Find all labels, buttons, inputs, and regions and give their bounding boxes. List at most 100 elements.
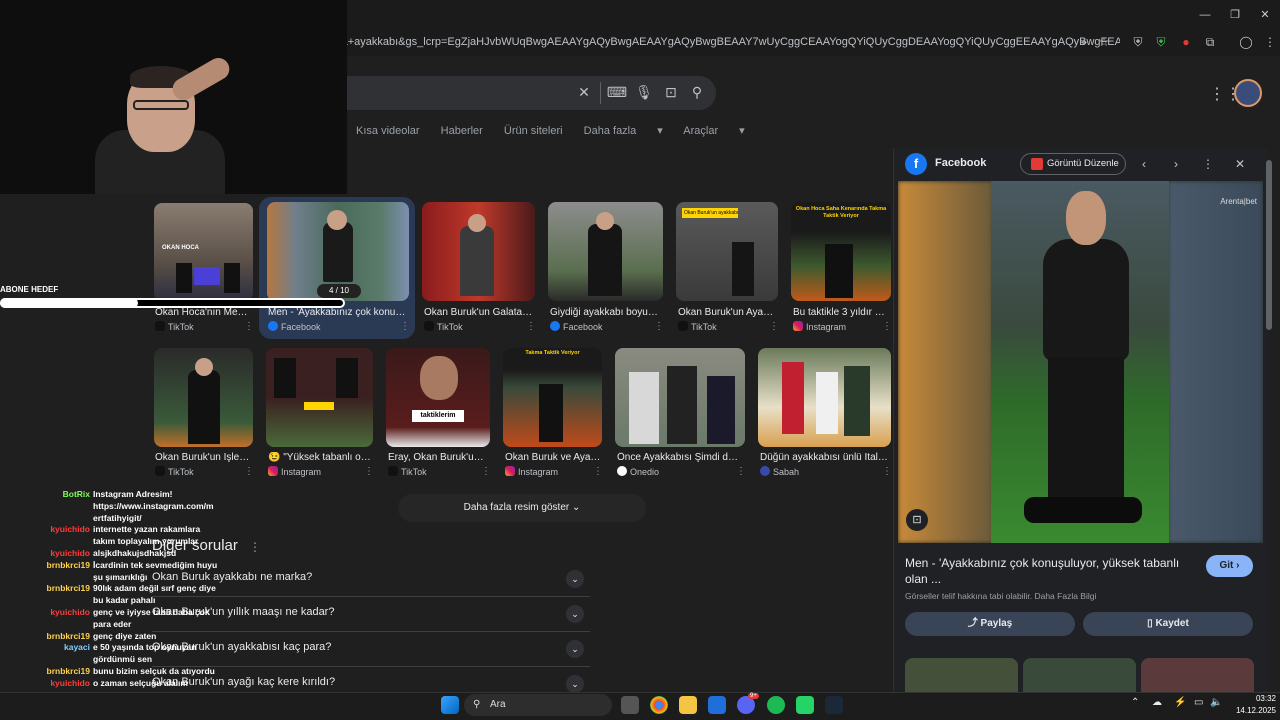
- adblock-extension-icon[interactable]: ⛨: [1151, 32, 1171, 52]
- image-caption[interactable]: 😉 "Yüksek tabanlı ola...: [268, 452, 372, 463]
- keyboard-icon[interactable]: ⌨: [606, 84, 628, 101]
- image-thumb-7[interactable]: [154, 348, 253, 447]
- chevron-up-icon[interactable]: ⌃: [1131, 697, 1139, 708]
- share-label: Paylaş: [980, 618, 1013, 629]
- more-options-icon[interactable]: ⋮: [736, 466, 746, 477]
- image-caption[interactable]: Okan Hoca'nın Meşh...: [155, 307, 252, 318]
- panel-source[interactable]: Facebook: [935, 157, 986, 169]
- more-options-icon[interactable]: ⋮: [481, 466, 491, 477]
- thumb-figure: [844, 366, 870, 436]
- image-caption[interactable]: Bu taktikle 3 yıldır şa...: [793, 307, 889, 318]
- image-caption[interactable]: Okan Buruk'un Ayakk...: [678, 307, 776, 318]
- more-images-button[interactable]: Daha fazla resim göster ⌄: [398, 494, 646, 522]
- volume-icon[interactable]: 🔈: [1210, 697, 1222, 708]
- tab-product-sites[interactable]: Ürün siteleri: [504, 125, 563, 137]
- more-options-icon[interactable]: ⋮: [654, 321, 664, 332]
- lens-search-icon[interactable]: ⊡: [660, 84, 682, 101]
- thumb-label: Okan Buruk'un ayakkabıları!: [682, 208, 738, 218]
- image-caption[interactable]: Okan Buruk'un Galatasa...: [424, 307, 534, 318]
- image-caption[interactable]: Eray, Okan Buruk'un a...: [388, 452, 488, 463]
- preview-title[interactable]: Men - 'Ayakkabınız çok konuşuluyor, yüks…: [905, 555, 1195, 587]
- related-image[interactable]: [1141, 658, 1254, 692]
- more-options-icon[interactable]: ⋮: [244, 321, 254, 332]
- windows-start-icon[interactable]: [441, 696, 459, 714]
- image-thumb-8[interactable]: [266, 348, 373, 447]
- more-options-icon[interactable]: ⋮: [400, 321, 410, 332]
- spotify-icon[interactable]: [767, 696, 785, 714]
- image-caption[interactable]: Giydiği ayakkabı boyund...: [550, 307, 660, 318]
- file-explorer-icon[interactable]: [679, 696, 697, 714]
- extension-record-icon[interactable]: ●: [1176, 32, 1196, 52]
- image-thumb-4[interactable]: [548, 202, 663, 301]
- more-options-icon[interactable]: ⋮: [882, 466, 892, 477]
- task-view-icon[interactable]: [621, 696, 639, 714]
- chrome-icon[interactable]: [650, 696, 668, 714]
- taskbar-clock[interactable]: 03:32 14.12.2025: [1226, 693, 1276, 717]
- search-icon[interactable]: ⚲: [686, 84, 708, 101]
- tab-news[interactable]: Haberler: [441, 125, 483, 137]
- more-info-link[interactable]: Daha Fazla Bilgi: [1034, 591, 1096, 601]
- image-caption[interactable]: Düğün ayakkabısı ünlü İtalya...: [760, 452, 890, 463]
- image-thumb-6[interactable]: Okan Hoca Saha Kenarında Takma Taktik Ve…: [791, 202, 891, 301]
- image-thumb-9[interactable]: taktiklerim: [386, 348, 490, 447]
- chat-message: o zaman selçuğu alalım: [93, 677, 188, 688]
- more-options-icon[interactable]: ⋮: [244, 466, 254, 477]
- more-options-icon[interactable]: ⋮: [593, 466, 603, 477]
- image-caption[interactable]: Men - 'Ayakkabınız çok konuşul...: [268, 307, 408, 318]
- search-input[interactable]: [336, 76, 716, 110]
- more-options-icon[interactable]: ⋮: [1198, 154, 1218, 174]
- more-options-icon[interactable]: ⋮: [769, 321, 779, 332]
- image-thumb-5[interactable]: Okan Buruk'un ayakkabıları!: [676, 202, 778, 301]
- scrollbar[interactable]: [1266, 160, 1272, 330]
- profile-icon[interactable]: ◯: [1236, 32, 1256, 52]
- image-caption[interactable]: Okan Buruk'un İşlevs...: [155, 452, 252, 463]
- more-images-label: Daha fazla resim göster: [463, 502, 570, 513]
- go-button[interactable]: Git ›: [1206, 555, 1253, 577]
- extensions-puzzle-icon[interactable]: ⧉: [1200, 32, 1220, 52]
- cloud-icon[interactable]: ☁: [1152, 697, 1162, 708]
- thumb-figure: [588, 224, 622, 296]
- extension-shield-icon[interactable]: ⛨: [1128, 32, 1148, 52]
- voice-search-icon[interactable]: 🎙: [633, 84, 655, 101]
- account-avatar[interactable]: [1234, 79, 1262, 107]
- location-icon[interactable]: ⌖: [1074, 32, 1094, 52]
- clear-search-icon[interactable]: ✕: [573, 84, 595, 101]
- bookmark-star-icon[interactable]: ☆: [1094, 32, 1114, 52]
- related-image[interactable]: [1023, 658, 1136, 692]
- image-thumb-12[interactable]: [758, 348, 891, 447]
- previous-image-icon[interactable]: ‹: [1134, 154, 1154, 174]
- vscode-icon[interactable]: [708, 696, 726, 714]
- image-thumb-3[interactable]: [422, 202, 535, 301]
- next-image-icon[interactable]: ›: [1166, 154, 1186, 174]
- chat-message: gördünmü sen: [93, 654, 153, 665]
- preview-image[interactable]: Arenta|bet ⊡: [898, 181, 1263, 543]
- more-options-icon[interactable]: ⋮: [882, 321, 892, 332]
- related-image[interactable]: [905, 658, 1018, 692]
- image-source-label: TikTok: [401, 467, 427, 477]
- steam-icon[interactable]: [825, 696, 843, 714]
- save-button[interactable]: ▯ Kaydet: [1083, 612, 1253, 636]
- display-icon[interactable]: ▭: [1194, 697, 1203, 708]
- tab-short-videos[interactable]: Kısa videolar: [356, 125, 420, 137]
- close-window-icon[interactable]: ✕: [1250, 8, 1280, 21]
- edit-image-button[interactable]: Görüntü Düzenle: [1020, 153, 1126, 175]
- more-options-icon[interactable]: ⋮: [364, 466, 374, 477]
- tab-tools[interactable]: Araçlar ▾: [683, 125, 744, 137]
- share-button[interactable]: ⤴ Paylaş: [905, 612, 1075, 636]
- taskbar-search[interactable]: ⚲ Ara: [464, 694, 612, 716]
- network-icon[interactable]: ⚡: [1174, 697, 1186, 708]
- whatsapp-icon[interactable]: [796, 696, 814, 714]
- browser-menu-icon[interactable]: ⋮: [1260, 32, 1280, 52]
- minimize-icon[interactable]: —: [1190, 9, 1220, 21]
- image-thumb-11[interactable]: [615, 348, 745, 447]
- address-bar[interactable]: oca+ayakkabı&gs_lcrp=EgZjaHJvbWUqBwgAEAA…: [330, 32, 1120, 52]
- more-options-icon[interactable]: ⋮: [526, 321, 536, 332]
- image-caption[interactable]: Okan Buruk ve Ayakk...: [505, 452, 601, 463]
- image-caption[interactable]: Önce Ayakkabısı Şimdi de S...: [617, 452, 743, 463]
- maximize-icon[interactable]: ❐: [1220, 8, 1250, 21]
- lens-icon[interactable]: ⊡: [906, 509, 928, 531]
- tab-more[interactable]: Daha fazla ▾: [584, 125, 663, 137]
- close-panel-icon[interactable]: ✕: [1230, 154, 1250, 174]
- image-thumb-10[interactable]: Takma Taktik Veriyor: [503, 348, 602, 447]
- more-options-icon[interactable]: ⋮: [249, 540, 261, 554]
